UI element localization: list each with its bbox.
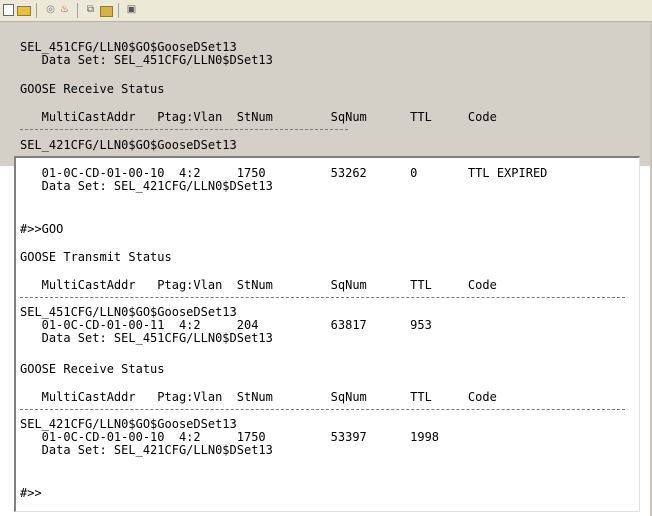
table-header: MultiCastAddr Ptag:Vlan StNum SqNum TTL … [20, 110, 497, 124]
row-dataset: Data Set: SEL_451CFG/LLN0$DSet13 [20, 331, 273, 345]
row-dataset: Data Set: SEL_421CFG/LLN0$DSet13 [20, 179, 273, 193]
table-row: 01-0C-CD-01-00-10 4:2 1750 53397 1998 [20, 430, 440, 444]
properties-icon[interactable]: ▣ [125, 4, 138, 16]
paste-icon[interactable] [100, 6, 113, 17]
disconnect-icon[interactable]: ◎ [44, 4, 57, 16]
dataset-name: Data Set: SEL_451CFG/LLN0$DSet13 [20, 53, 273, 67]
toolbar-separator [77, 3, 78, 18]
table-divider [20, 409, 625, 410]
device-label: SEL_421CFG/LLN0$GO$GooseDSet13 [20, 138, 237, 152]
toolbar: ◎ ♨ ⧉ ▣ [0, 0, 652, 22]
command-prompt: #>> [20, 486, 42, 500]
toolbar-separator [118, 3, 119, 18]
table-divider [20, 129, 348, 130]
open-folder-icon[interactable] [17, 6, 31, 16]
device-label: SEL_421CFG/LLN0$GO$GooseDSet13 [20, 417, 237, 431]
device-label: SEL_451CFG/LLN0$GO$GooseDSet13 [20, 305, 237, 319]
copy-icon[interactable]: ⧉ [84, 4, 97, 16]
table-header: MultiCastAddr Ptag:Vlan StNum SqNum TTL … [20, 278, 497, 292]
table-header: MultiCastAddr Ptag:Vlan StNum SqNum TTL … [20, 390, 497, 404]
section-title: GOOSE Transmit Status [20, 250, 172, 264]
section-title: GOOSE Receive Status [20, 362, 165, 376]
new-document-icon[interactable] [3, 4, 14, 16]
tools-icon[interactable]: ♨ [58, 4, 71, 16]
command-prompt: #>>GOO [20, 222, 64, 236]
table-row: 01-0C-CD-01-00-11 4:2 204 63817 953 [20, 318, 432, 332]
goose-dataset-label: SEL_451CFG/LLN0$GO$GooseDSet13 [20, 40, 237, 54]
section-title: GOOSE Receive Status [20, 82, 165, 96]
table-row: 01-0C-CD-01-00-10 4:2 1750 53262 0 TTL E… [20, 166, 548, 180]
table-divider [20, 297, 625, 298]
row-dataset: Data Set: SEL_421CFG/LLN0$DSet13 [20, 443, 273, 457]
toolbar-separator [36, 3, 37, 18]
